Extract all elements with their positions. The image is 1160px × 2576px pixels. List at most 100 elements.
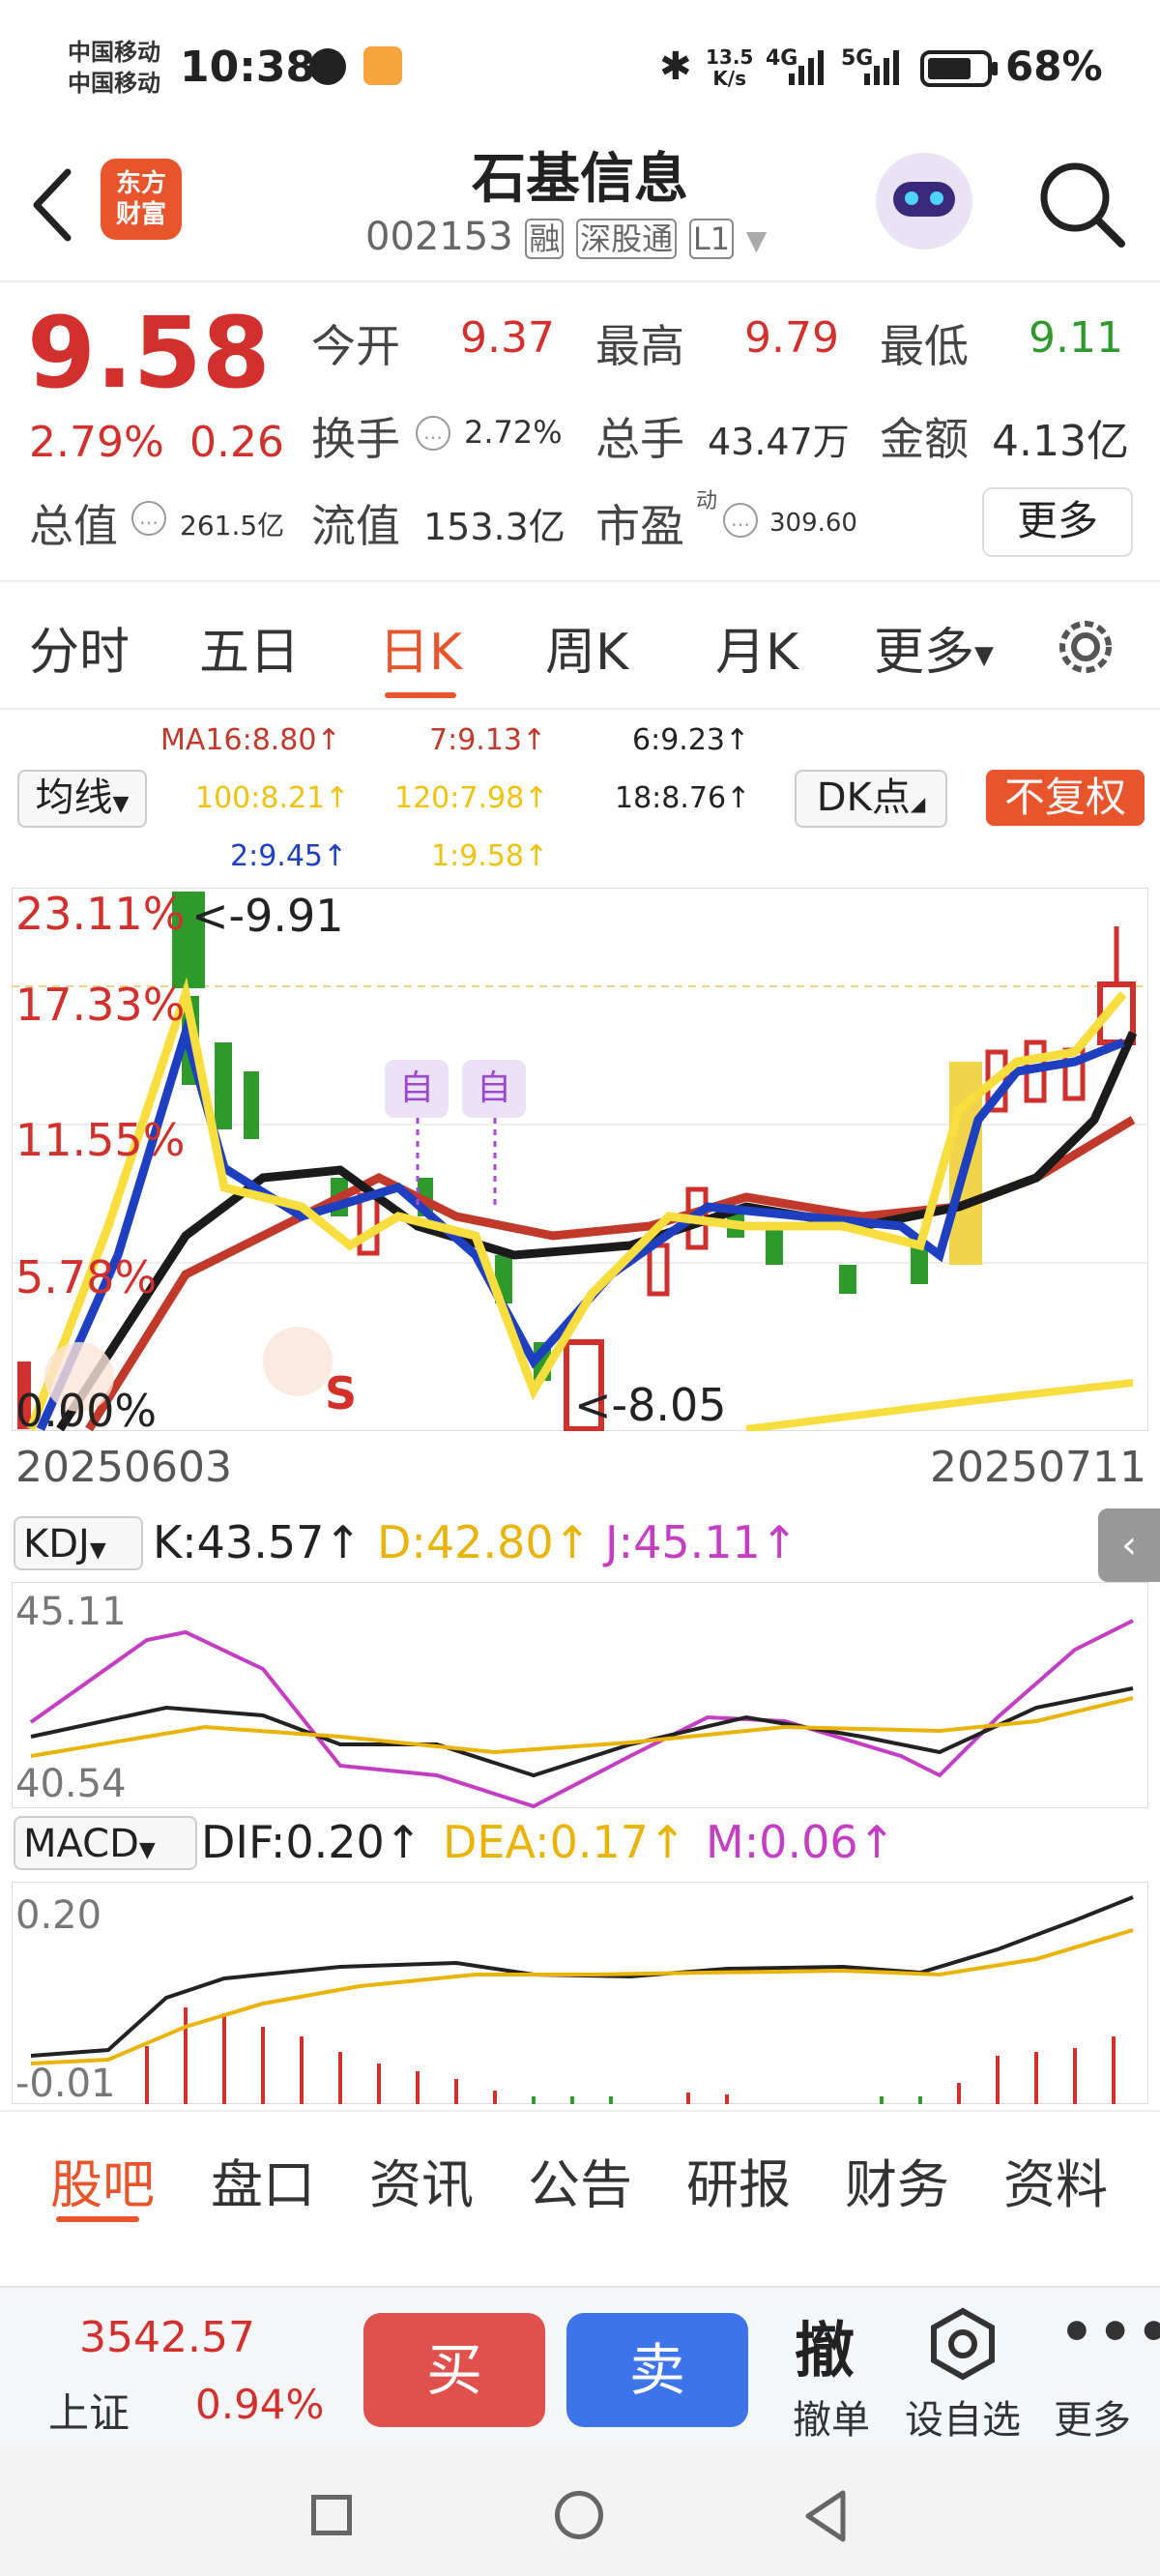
tag-margin: 融	[525, 219, 565, 259]
tab-monthly-k[interactable]: 月K	[715, 611, 798, 684]
dropdown-icon: ▼	[745, 224, 768, 256]
min-price-note: <-8.05	[574, 1379, 727, 1431]
pe-dynamic-mark: 动	[696, 489, 718, 513]
y-label-2: 17.33%	[15, 979, 186, 1031]
active-tab-indicator	[385, 692, 456, 698]
y-label-1: 23.11%	[15, 888, 186, 940]
macd-m: M:0.06↑	[706, 1816, 896, 1868]
pe-value: 309.60	[769, 509, 857, 538]
index-name: 上证	[48, 2389, 130, 2437]
bluetooth-icon: ✱	[659, 44, 692, 89]
date-end: 20250711	[930, 1443, 1146, 1492]
robot-avatar-icon[interactable]	[876, 153, 972, 249]
collapse-panel-icon[interactable]: ‹	[1098, 1508, 1160, 1582]
float-value: 153.3亿	[423, 506, 566, 548]
date-start: 20250603	[15, 1443, 232, 1492]
self-select-tag[interactable]: 自	[385, 1060, 449, 1118]
kdj-j: J:45.11↑	[605, 1516, 798, 1568]
ma100-value: 100:8.21↑	[195, 781, 350, 815]
more-quote-button[interactable]: 更多	[982, 487, 1133, 557]
dk-point-selector[interactable]: DK点◢	[795, 770, 947, 828]
carrier-2: 中国移动	[68, 70, 160, 97]
active-tab-indicator	[56, 2216, 139, 2222]
battery-level: 68%	[1005, 43, 1103, 90]
kdj-y-top: 45.11	[15, 1590, 127, 1634]
float-label: 流值	[311, 500, 400, 552]
recent-apps-icon[interactable]	[311, 2495, 352, 2535]
low-value: 9.11	[1029, 313, 1123, 363]
turnover-label: 换手	[311, 413, 400, 465]
change-amount: 0.26	[189, 418, 284, 467]
signal-icon-2	[864, 50, 899, 85]
tab-financials[interactable]: 财务	[845, 2142, 949, 2218]
tab-daily-k[interactable]: 日K	[379, 611, 462, 684]
ma2-value: 2:9.45↑	[230, 839, 348, 873]
macd-dea: DEA:0.17↑	[443, 1816, 686, 1868]
open-value: 9.37	[460, 313, 555, 363]
battery-icon	[920, 50, 998, 87]
low-label: 最低	[880, 320, 969, 372]
y-label-3: 11.55%	[15, 1114, 186, 1166]
settings-gear-icon[interactable]	[1052, 613, 1119, 681]
tab-weekly-k[interactable]: 周K	[545, 611, 628, 684]
clock: 10:38	[180, 43, 316, 92]
kdj-selector[interactable]: KDJ▼	[14, 1516, 143, 1570]
ma7-value: 7:9.13↑	[429, 723, 547, 757]
pe-label: 市盈	[595, 500, 684, 552]
amount-label: 金额	[880, 413, 969, 465]
macd-dif: DIF:0.20↑	[201, 1816, 422, 1868]
y-label-4: 5.78%	[15, 1251, 158, 1303]
home-icon[interactable]	[555, 2491, 603, 2539]
tab-forum[interactable]: 股吧	[50, 2142, 155, 2218]
tab-profile[interactable]: 资料	[1003, 2142, 1108, 2218]
macd-selector[interactable]: MACD▼	[14, 1816, 197, 1870]
watchlist-icon	[931, 2307, 995, 2381]
tab-five-day[interactable]: 五日	[199, 611, 300, 684]
sell-button[interactable]: 卖	[566, 2313, 748, 2427]
tab-announcements[interactable]: 公告	[528, 2142, 632, 2218]
kdj-y-bottom: 40.54	[15, 1762, 127, 1806]
index-value[interactable]: 3542.57	[79, 2313, 255, 2362]
info-icon[interactable]: …	[723, 503, 758, 538]
index-change-pct: 0.94%	[195, 2381, 325, 2428]
tab-news[interactable]: 资讯	[369, 2142, 474, 2218]
y-label-5: 0.00%	[15, 1385, 158, 1437]
kdj-k: K:43.57↑	[153, 1516, 362, 1568]
volume-label: 总手	[595, 413, 684, 465]
mcap-label: 总值	[29, 500, 118, 552]
sell-marker[interactable]: S	[325, 1367, 357, 1420]
info-icon[interactable]: …	[416, 416, 450, 451]
cancel-order-button[interactable]: 撤单	[793, 2388, 870, 2444]
macd-chart	[12, 1882, 1148, 2104]
carrier-1: 中国移动	[68, 39, 160, 66]
macd-y-top: 0.20	[15, 1893, 102, 1938]
macd-y-bottom: -0.01	[15, 2062, 116, 2106]
cancel-order-icon: 撤	[795, 2315, 856, 2386]
ma18-value: 18:8.76↑	[615, 781, 751, 815]
add-watchlist-button[interactable]: 设自选	[905, 2388, 1021, 2444]
buy-button[interactable]: 买	[363, 2313, 545, 2427]
stock-code[interactable]: 002153 融 深股通 L1 ▼	[365, 215, 767, 259]
tag-level: L1	[688, 219, 735, 259]
amount-value: 4.13亿	[992, 417, 1129, 466]
tab-order-book[interactable]: 盘口	[211, 2142, 315, 2218]
open-label: 今开	[311, 320, 400, 372]
tab-research[interactable]: 研报	[686, 2142, 791, 2218]
app-notification-icon	[363, 46, 402, 85]
tab-more[interactable]: 更多▼	[874, 611, 994, 684]
mcap-value: 261.5亿	[180, 510, 285, 542]
more-dots-icon: •••	[1059, 2301, 1160, 2364]
tab-intraday[interactable]: 分时	[29, 611, 130, 684]
current-price: 9.58	[27, 296, 271, 411]
stock-header: 东方 财富 石基信息 002153 融 深股通 L1 ▼	[0, 135, 1160, 282]
status-bar: 中国移动 中国移动 10:38 ✱ 13.5 K/s 4G 5G 68%	[0, 0, 1160, 135]
more-button[interactable]: 更多	[1054, 2388, 1131, 2444]
search-icon[interactable]	[1034, 155, 1131, 251]
back-nav-icon[interactable]	[802, 2489, 851, 2543]
stock-name: 石基信息	[472, 148, 688, 211]
info-icon[interactable]: …	[131, 501, 166, 536]
self-select-tag[interactable]: 自	[462, 1060, 526, 1118]
volume-value: 43.47万	[708, 421, 850, 463]
adjust-toggle-button[interactable]: 不复权	[986, 770, 1145, 826]
ma-selector[interactable]: 均线▼	[17, 770, 147, 828]
